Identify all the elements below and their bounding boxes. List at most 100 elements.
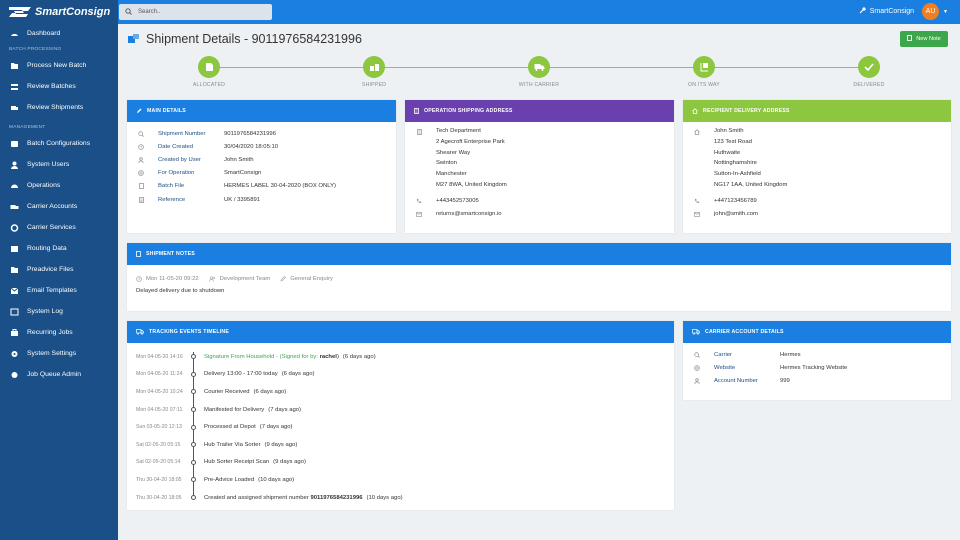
detail-key: Batch File bbox=[158, 183, 185, 190]
sidebar-item-recurring-jobs[interactable]: Recurring Jobs bbox=[0, 322, 118, 343]
note-team-text: Development Team bbox=[219, 276, 271, 282]
settings-icon bbox=[9, 350, 19, 358]
timeline-event: Mon 04-05-20 11:24 Delivery 13:00 - 17:0… bbox=[127, 366, 674, 384]
process-icon bbox=[9, 62, 19, 70]
detail-value: UK / 3395891 bbox=[224, 196, 261, 203]
brand-logo[interactable]: SmartConsign bbox=[0, 0, 118, 24]
sidebar-item-label: Recurring Jobs bbox=[27, 329, 73, 336]
email-icon bbox=[9, 287, 19, 295]
timeline-dot bbox=[191, 371, 196, 377]
home-icon bbox=[692, 108, 698, 114]
sidebar-item-review-shipments[interactable]: Review Shipments bbox=[0, 97, 118, 118]
event-date: Mon 04-05-20 10:24 bbox=[136, 388, 183, 395]
carrier-value: Hermes bbox=[780, 351, 801, 358]
event-shipment-number: 9011976584231996 bbox=[310, 494, 363, 501]
topbar: Search.. SmartConsign AU ▼ bbox=[118, 0, 960, 24]
panel-title: OPERATION SHIPPING ADDRESS bbox=[424, 108, 513, 114]
address-line: NG17 1AA, United Kingdom bbox=[714, 181, 788, 188]
timeline: Mon 04-05-20 14:16 Signature From Househ… bbox=[127, 343, 674, 506]
logo-icon bbox=[9, 7, 31, 17]
sidebar-item-job-queue-admin[interactable]: Job Queue Admin bbox=[0, 364, 118, 385]
document-icon bbox=[198, 56, 220, 78]
shipment-icon bbox=[128, 34, 139, 43]
event-date: Mon 04-05-20 14:16 bbox=[136, 353, 183, 360]
sidebar-item-system-settings[interactable]: System Settings bbox=[0, 343, 118, 364]
timeline-event: Mon 04-05-20 10:24 Courier Received (6 d… bbox=[127, 383, 674, 401]
step-label: DELIVERED bbox=[853, 82, 885, 88]
timeline-dot bbox=[191, 354, 196, 360]
new-note-button[interactable]: New Note bbox=[900, 31, 948, 47]
event-text: Courier Received bbox=[204, 388, 250, 395]
sidebar-item-system-log[interactable]: System Log bbox=[0, 301, 118, 322]
event-description: Created and assigned shipment number bbox=[204, 494, 311, 501]
note-icon bbox=[907, 35, 913, 43]
routing-icon bbox=[9, 245, 19, 253]
phone-row: +447123456789 bbox=[683, 195, 951, 208]
timeline-dot bbox=[191, 477, 196, 483]
search-icon bbox=[136, 130, 146, 137]
avatar[interactable]: AU bbox=[922, 3, 940, 20]
sidebar-item-email-templates[interactable]: Email Templates bbox=[0, 280, 118, 301]
phone-row: +443452573005 bbox=[405, 195, 674, 208]
detail-row: Created by User John Smith bbox=[127, 153, 396, 166]
search-placeholder: Search.. bbox=[138, 9, 161, 15]
phone-number: +443452573005 bbox=[436, 198, 479, 205]
email-address[interactable]: returns@smartconsign.io bbox=[436, 211, 502, 217]
address-line: Shearer Way bbox=[436, 149, 471, 156]
event-ago: (6 days ago) bbox=[342, 353, 376, 360]
event-date: Thu 30-04-20 18:05 bbox=[136, 494, 182, 501]
sidebar-item-batch-configurations[interactable]: Batch Configurations bbox=[0, 133, 118, 154]
step-allocated: ALLOCATED bbox=[169, 56, 249, 88]
user-menu[interactable]: SmartConsign AU ▼ bbox=[859, 3, 948, 20]
address-line: Sutton-In-Ashfield bbox=[714, 171, 761, 178]
event-ago: (6 days ago) bbox=[253, 388, 287, 395]
email-icon bbox=[692, 211, 702, 217]
key-icon bbox=[859, 7, 866, 16]
note-icon bbox=[136, 251, 141, 257]
detail-value: 30/04/2020 18:05:10 bbox=[224, 143, 279, 150]
sidebar-item-system-users[interactable]: System Users bbox=[0, 154, 118, 175]
sidebar-item-carrier-services[interactable]: Carrier Services bbox=[0, 217, 118, 238]
sidebar-item-dashboard[interactable]: Dashboard bbox=[0, 23, 118, 44]
event-description-end: ) bbox=[336, 353, 339, 360]
event-description: Signature From Household - (Signed for b… bbox=[204, 353, 320, 360]
email-address[interactable]: john@smith.com bbox=[714, 211, 758, 217]
detail-key: Date Created bbox=[158, 143, 194, 150]
dolly-icon bbox=[693, 56, 715, 78]
detail-value: 9011976584231996 bbox=[224, 130, 276, 137]
step-label: ALLOCATED bbox=[192, 82, 226, 88]
timeline-event: Mon 04-05-20 14:16 Signature From Househ… bbox=[127, 348, 674, 366]
sidebar-item-label: Email Templates bbox=[27, 287, 77, 294]
detail-row: Batch File HERMES LABEL 30-04-2020 (BOX … bbox=[127, 180, 396, 193]
sidebar-item-review-batches[interactable]: Review Batches bbox=[0, 76, 118, 97]
step-label: WITH CARRIER bbox=[518, 82, 560, 88]
chevron-down-icon[interactable]: ▼ bbox=[943, 9, 948, 15]
page-title: Shipment Details - 9011976584231996 bbox=[146, 32, 362, 46]
address-line: M27 8WA, United Kingdom bbox=[436, 181, 507, 188]
brand-name: SmartConsign bbox=[35, 6, 111, 18]
sidebar-item-routing-data[interactable]: Routing Data bbox=[0, 238, 118, 259]
sidebar-item-operations[interactable]: Operations bbox=[0, 175, 118, 196]
detail-key: Created by User bbox=[158, 156, 201, 163]
clock-icon bbox=[136, 276, 142, 282]
sidebar-item-process-new-batch[interactable]: Process New Batch bbox=[0, 55, 118, 76]
event-signer: rachel bbox=[319, 353, 337, 360]
note-category-text: General Enquiry bbox=[290, 276, 333, 282]
timeline-event: Sun 03-05-20 12:13 Processed at Depot (7… bbox=[127, 418, 674, 436]
carrier-key: Carrier bbox=[714, 351, 732, 358]
page-title-row: Shipment Details - 9011976584231996 bbox=[127, 32, 362, 46]
sidebar-item-preadvice-files[interactable]: Preadvice Files bbox=[0, 259, 118, 280]
sidebar-item-carrier-accounts[interactable]: Carrier Accounts bbox=[0, 196, 118, 217]
sidebar-section-management: MANAGEMENT bbox=[9, 124, 46, 130]
timeline-event: Sat 02-05-20 05:15 Hub Trailer Via Sorte… bbox=[127, 436, 674, 454]
step-shipped: SHIPPED bbox=[334, 56, 414, 88]
sidebar-section-batch: BATCH PROCESSING bbox=[9, 46, 62, 52]
address-line: Tech Department bbox=[436, 128, 481, 134]
users-icon bbox=[208, 276, 215, 282]
tracking-website-link[interactable]: Hermes Tracking Website bbox=[780, 365, 847, 371]
search-input[interactable]: Search.. bbox=[119, 4, 272, 20]
timeline-dot bbox=[191, 442, 196, 448]
address-line: 123 Test Road bbox=[714, 138, 752, 145]
timeline-dot bbox=[191, 407, 196, 413]
sidebar-item-label: Dashboard bbox=[27, 30, 61, 37]
